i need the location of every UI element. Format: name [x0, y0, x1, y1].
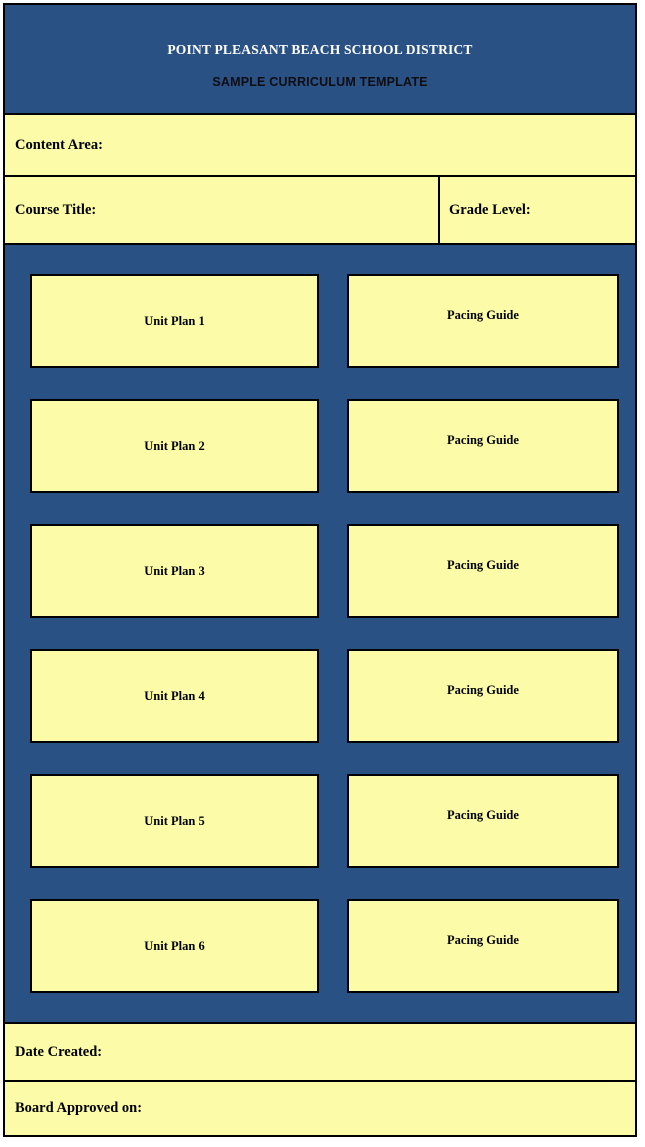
unit-plan-box-1[interactable]: Unit Plan 1 — [30, 274, 319, 368]
board-approved-row: Board Approved on: — [5, 1082, 635, 1135]
unit-plan-label-1: Unit Plan 1 — [144, 313, 205, 328]
course-title-field[interactable]: Course Title: — [5, 177, 440, 243]
unit-plan-label-6: Unit Plan 6 — [144, 938, 205, 953]
pacing-guide-box-6[interactable]: Pacing Guide — [347, 899, 619, 993]
unit-row-6: Unit Plan 6 Pacing Guide — [5, 899, 635, 993]
unit-row-2: Unit Plan 2 Pacing Guide — [5, 399, 635, 493]
content-area-label: Content Area: — [15, 136, 103, 153]
pacing-guide-box-5[interactable]: Pacing Guide — [347, 774, 619, 868]
pacing-guide-box-2[interactable]: Pacing Guide — [347, 399, 619, 493]
pacing-guide-box-4[interactable]: Pacing Guide — [347, 649, 619, 743]
unit-row-5: Unit Plan 5 Pacing Guide — [5, 774, 635, 868]
course-title-row: Course Title: Grade Level: — [5, 177, 635, 245]
board-approved-field[interactable]: Board Approved on: — [5, 1082, 635, 1135]
board-approved-label: Board Approved on: — [15, 1100, 143, 1117]
content-area-field[interactable]: Content Area: — [5, 115, 635, 175]
unit-plan-label-3: Unit Plan 3 — [144, 563, 205, 578]
unit-plan-label-5: Unit Plan 5 — [144, 813, 205, 828]
date-created-field[interactable]: Date Created: — [5, 1024, 635, 1080]
grade-level-label: Grade Level: — [449, 201, 531, 218]
pacing-guide-label-4: Pacing Guide — [447, 682, 519, 697]
unit-plan-box-3[interactable]: Unit Plan 3 — [30, 524, 319, 618]
district-title: POINT PLEASANT BEACH SCHOOL DISTRICT — [167, 42, 473, 57]
pacing-guide-label-2: Pacing Guide — [447, 432, 519, 447]
unit-row-1: Unit Plan 1 Pacing Guide — [5, 274, 635, 368]
unit-plan-label-2: Unit Plan 2 — [144, 438, 205, 453]
pacing-guide-box-3[interactable]: Pacing Guide — [347, 524, 619, 618]
unit-plan-box-4[interactable]: Unit Plan 4 — [30, 649, 319, 743]
document-header: POINT PLEASANT BEACH SCHOOL DISTRICT SAM… — [5, 5, 635, 115]
unit-row-3: Unit Plan 3 Pacing Guide — [5, 524, 635, 618]
unit-plan-box-2[interactable]: Unit Plan 2 — [30, 399, 319, 493]
unit-plan-grid: Unit Plan 1 Pacing Guide Unit Plan 2 Pac… — [5, 245, 635, 1024]
curriculum-template-page: POINT PLEASANT BEACH SCHOOL DISTRICT SAM… — [3, 3, 637, 1137]
unit-plan-box-5[interactable]: Unit Plan 5 — [30, 774, 319, 868]
unit-row-4: Unit Plan 4 Pacing Guide — [5, 649, 635, 743]
template-subtitle: SAMPLE CURRICULUM TEMPLATE — [212, 74, 428, 89]
grade-level-field[interactable]: Grade Level: — [440, 177, 635, 243]
date-created-row: Date Created: — [5, 1024, 635, 1082]
content-area-row: Content Area: — [5, 115, 635, 177]
pacing-guide-label-1: Pacing Guide — [447, 307, 519, 322]
pacing-guide-label-6: Pacing Guide — [447, 932, 519, 947]
date-created-label: Date Created: — [15, 1043, 103, 1060]
pacing-guide-label-3: Pacing Guide — [447, 557, 519, 572]
pacing-guide-label-5: Pacing Guide — [447, 807, 519, 822]
unit-plan-box-6[interactable]: Unit Plan 6 — [30, 899, 319, 993]
pacing-guide-box-1[interactable]: Pacing Guide — [347, 274, 619, 368]
course-title-label: Course Title: — [15, 201, 97, 218]
unit-plan-label-4: Unit Plan 4 — [144, 688, 205, 703]
